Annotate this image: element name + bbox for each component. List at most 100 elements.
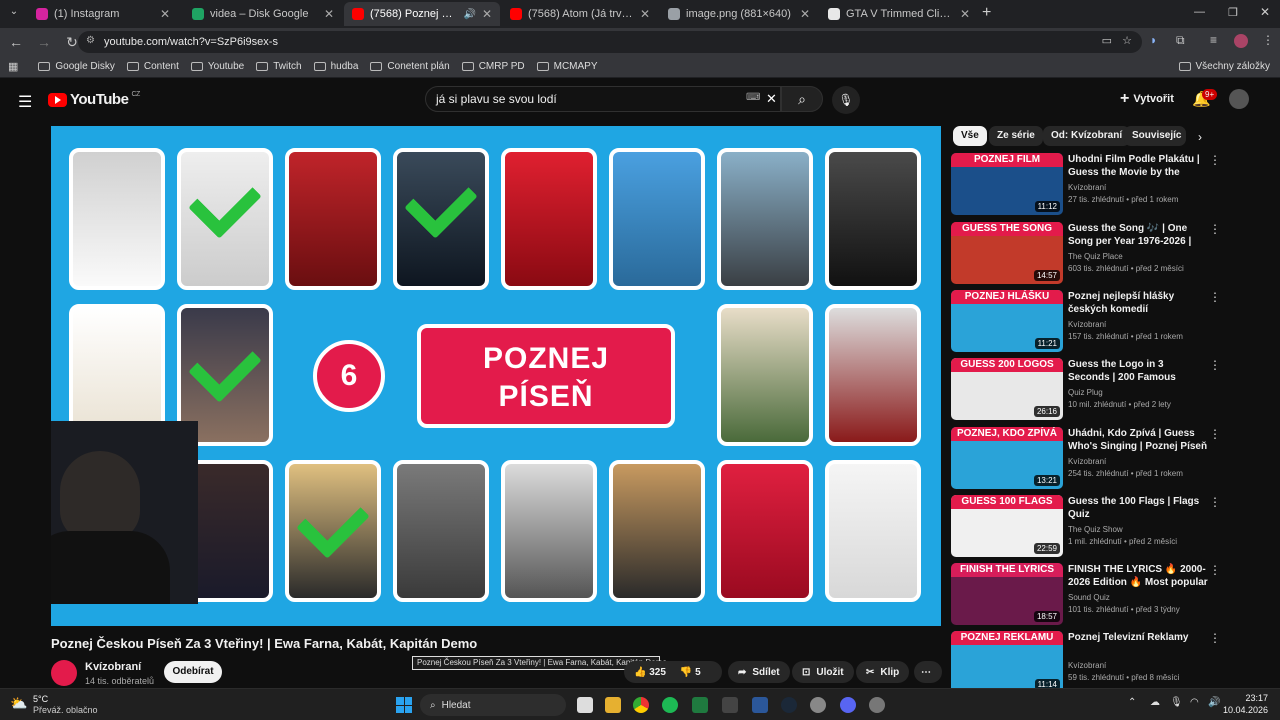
channel-avatar[interactable] xyxy=(51,660,77,686)
tab-youtube-active[interactable]: (7568) Poznej Českou Píseň🔊✕ xyxy=(344,2,500,26)
bookmark-youtube[interactable]: Youtube xyxy=(190,61,244,72)
recommendation-item[interactable]: GUESS 100 FLAGS 22:59 Guess the 100 Flags … xyxy=(951,495,1261,557)
recommendation-channel[interactable]: The Quiz Show xyxy=(1068,525,1123,534)
close-icon[interactable]: ✕ xyxy=(640,7,650,21)
subscribe-button[interactable]: Odebírat xyxy=(164,661,222,683)
search-input[interactable]: já si plavu se svou lodí ⌨ ✕ xyxy=(425,86,781,112)
file-explorer-icon[interactable] xyxy=(605,697,621,713)
recommendation-channel[interactable]: Sound Quiz xyxy=(1068,593,1110,602)
recommendation-channel[interactable]: Kvízobraní xyxy=(1068,661,1106,670)
more-options-icon[interactable]: ⋮ xyxy=(1209,290,1221,304)
recommendation-title[interactable]: Uhodni Film Podle Plakátu | Guess the Mo… xyxy=(1068,153,1208,179)
recommendation-title[interactable]: Poznej nejlepší hlášky českých komedií xyxy=(1068,290,1208,316)
bookmark-conetent-plan[interactable]: Conetent plán xyxy=(370,61,450,72)
menu-icon[interactable]: ⋮ xyxy=(1262,33,1274,47)
bookmark-mcmapy[interactable]: MCMAPY xyxy=(536,61,598,72)
bookmark-star-icon[interactable]: ☆ xyxy=(1122,34,1132,47)
recommendation-title[interactable]: Guess the Song 🎶 | One Song per Year 197… xyxy=(1068,222,1208,248)
more-options-icon[interactable]: ⋮ xyxy=(1209,222,1221,236)
recommendation-channel[interactable]: Kvízobraní xyxy=(1068,320,1106,329)
extension-icon[interactable]: ◗ xyxy=(1150,33,1157,47)
recommendation-item[interactable]: POZNEJ, KDO ZPÍVÁ 13:21 Uhádni, Kdo Zpívá … xyxy=(951,427,1261,489)
extensions-puzzle-icon[interactable]: ⧉ xyxy=(1176,33,1185,48)
recommendation-thumbnail[interactable]: GUESS THE SONG 14:57 xyxy=(951,222,1063,284)
share-button[interactable]: ➦ Sdílet xyxy=(728,661,790,683)
chrome-icon[interactable] xyxy=(633,697,649,713)
tab-instagram[interactable]: (1) Instagram ✕ xyxy=(28,2,178,26)
recommendation-thumbnail[interactable]: GUESS 100 FLAGS 22:59 xyxy=(951,495,1063,557)
recommendation-thumbnail[interactable]: POZNEJ FILM 11:12 xyxy=(951,153,1063,215)
reading-list-icon[interactable]: ≡ xyxy=(1210,33,1217,47)
create-button[interactable]: + Vytvořit xyxy=(1114,88,1184,110)
like-button[interactable]: 👍 325 xyxy=(634,667,666,678)
tab-google-drive[interactable]: videa – Disk Google ✕ xyxy=(184,2,342,26)
taskbar-search[interactable]: ⌕ Hledat xyxy=(420,694,566,716)
address-bar[interactable]: ⚙ youtube.com/watch?v=SzP6i9sex-s ▭ ☆ xyxy=(78,31,1142,53)
bookmark-content[interactable]: Content xyxy=(126,61,179,72)
recommendation-title[interactable]: Poznej Televizní Reklamy xyxy=(1068,631,1208,644)
bookmark-hudba[interactable]: hudba xyxy=(313,61,358,72)
more-options-icon[interactable]: ⋮ xyxy=(1209,495,1221,509)
recommendation-channel[interactable]: Kvízobraní xyxy=(1068,457,1106,466)
maximize-button[interactable]: ❐ xyxy=(1228,6,1238,19)
close-icon[interactable]: ✕ xyxy=(800,7,810,21)
recommendation-channel[interactable]: Kvízobraní xyxy=(1068,183,1106,192)
bookmark-google-disky[interactable]: Google Disky xyxy=(38,61,115,72)
cast-icon[interactable]: ▭ xyxy=(1102,34,1112,47)
search-button[interactable]: ⌕ xyxy=(781,86,823,112)
wifi-icon[interactable]: ◠ xyxy=(1190,697,1199,708)
tab-search-icon[interactable]: ⌄ xyxy=(6,6,22,22)
chip-channel[interactable]: Od: Kvízobraní xyxy=(1043,126,1131,146)
site-info-icon[interactable]: ⚙ xyxy=(86,35,95,46)
recommendation-item[interactable]: POZNEJ REKLAMU 11:14 Poznej Televizní Rekl… xyxy=(951,631,1261,693)
weather-icon[interactable]: ⛅ xyxy=(10,695,27,712)
recommendation-thumbnail[interactable]: POZNEJ, KDO ZPÍVÁ 13:21 xyxy=(951,427,1063,489)
account-avatar[interactable] xyxy=(1229,89,1249,109)
recommendation-item[interactable]: POZNEJ FILM 11:12 Uhodni Film Podle Plakát… xyxy=(951,153,1261,215)
more-options-icon[interactable]: ⋮ xyxy=(1209,358,1221,372)
new-tab-button[interactable]: + xyxy=(982,4,991,22)
chip-related[interactable]: Souvisejíc xyxy=(1124,126,1186,146)
all-bookmarks[interactable]: Všechny záložky xyxy=(1178,61,1270,72)
save-button[interactable]: ⊡ Uložit xyxy=(792,661,854,683)
steam-icon[interactable] xyxy=(781,697,797,713)
notepad-icon[interactable] xyxy=(752,697,768,713)
bookmark-cmrp-pd[interactable]: CMRP PD xyxy=(461,61,525,72)
keyboard-icon[interactable]: ⌨ xyxy=(746,92,760,103)
close-icon[interactable]: ✕ xyxy=(160,7,170,21)
recommendation-channel[interactable]: The Quiz Place xyxy=(1068,252,1123,261)
excel-icon[interactable] xyxy=(692,697,708,713)
github-icon[interactable] xyxy=(810,697,826,713)
recommendation-thumbnail[interactable]: POZNEJ REKLAMU 11:14 xyxy=(951,631,1063,693)
more-options-icon[interactable]: ⋮ xyxy=(1209,153,1221,167)
recommendation-title[interactable]: FINISH THE LYRICS 🔥 2000-2026 Edition 🔥 … xyxy=(1068,563,1208,589)
recommendation-thumbnail[interactable]: POZNEJ HLÁŠKU 11:21 xyxy=(951,290,1063,352)
close-icon[interactable]: ✕ xyxy=(324,7,334,21)
settings-gear-icon[interactable] xyxy=(869,697,885,713)
tab-gta-clip[interactable]: GTA V Trimmed Clip 2 - Clipped✕ xyxy=(820,2,978,26)
close-icon[interactable]: ✕ xyxy=(960,7,970,21)
tray-chevron-icon[interactable]: ⌃ xyxy=(1128,697,1136,708)
recommendation-item[interactable]: GUESS THE SONG 14:57 Guess the Song 🎶 | On… xyxy=(951,222,1261,284)
recommendation-thumbnail[interactable]: FINISH THE LYRICS 18:57 xyxy=(951,563,1063,625)
recommendation-thumbnail[interactable]: GUESS 200 LOGOS 26:16 xyxy=(951,358,1063,420)
profile-avatar[interactable] xyxy=(1234,34,1248,48)
close-icon[interactable]: ✕ xyxy=(482,7,492,21)
more-options-icon[interactable]: ⋮ xyxy=(1209,631,1221,645)
discord-icon[interactable] xyxy=(840,697,856,713)
chevron-right-icon[interactable]: › xyxy=(1198,130,1202,144)
recommendation-item[interactable]: POZNEJ HLÁŠKU 11:21 Poznej nejlepší hlášky… xyxy=(951,290,1261,352)
recommendation-item[interactable]: GUESS 200 LOGOS 26:16 Guess the Logo in 3 … xyxy=(951,358,1261,420)
recommendation-title[interactable]: Guess the Logo in 3 Seconds | 200 Famous… xyxy=(1068,358,1208,384)
tab-youtube-atom[interactable]: (7568) Atom (Já trvám na tom)✕ xyxy=(502,2,658,26)
minimize-button[interactable]: — xyxy=(1194,6,1205,18)
clip-button[interactable]: ✂ Klip xyxy=(856,661,910,683)
more-options-icon[interactable]: ⋮ xyxy=(1209,563,1221,577)
chip-series[interactable]: Ze série xyxy=(989,126,1043,146)
recommendation-title[interactable]: Uhádni, Kdo Zpívá | Guess Who's Singing … xyxy=(1068,427,1208,453)
youtube-logo[interactable]: YouTube CZ xyxy=(48,91,140,108)
app-icon[interactable] xyxy=(722,697,738,713)
chip-all[interactable]: Vše xyxy=(953,126,987,146)
spotify-icon[interactable] xyxy=(662,697,678,713)
task-view-icon[interactable] xyxy=(577,697,593,713)
